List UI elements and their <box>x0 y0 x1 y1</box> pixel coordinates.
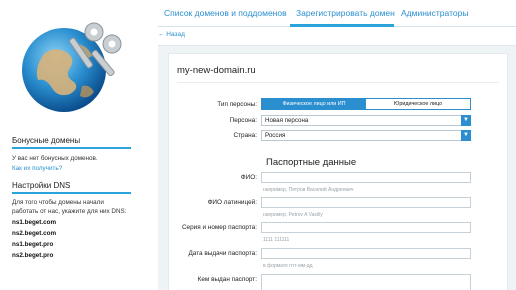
country-select[interactable]: Россия ▼ <box>261 130 471 141</box>
persona-select-value: Новая персона <box>265 117 309 124</box>
fio-latin-hint: например, Petrov A Vasiliy <box>263 212 323 218</box>
back-link[interactable]: ← Назад <box>158 31 185 38</box>
person-type-individual-option[interactable]: Физическое лицо или ИП <box>262 99 366 109</box>
person-type-company-option[interactable]: Юридическое лицо <box>366 99 470 109</box>
passport-number-label: Серия и номер паспорта: <box>181 224 257 231</box>
fio-latin-label: ФИО латиницей: <box>207 199 257 206</box>
registration-panel: my-new-domain.ru Тип персоны: Физическое… <box>158 45 516 290</box>
tab-domain-list[interactable]: Список доменов и поддоменов <box>164 8 287 18</box>
person-type-label: Тип персоны: <box>217 101 257 108</box>
how-to-get-link[interactable]: Как их получить? <box>12 165 62 172</box>
persona-label: Персона: <box>229 117 257 124</box>
fio-hint: например, Петров Василий Андреевич <box>263 187 354 193</box>
registration-form: my-new-domain.ru Тип персоны: Физическое… <box>168 53 508 290</box>
issue-date-label: Дата выдачи паспорта: <box>188 250 257 257</box>
issue-date-hint: в формате гггг-мм-дд <box>263 263 313 269</box>
country-select-value: Россия <box>265 132 286 139</box>
chevron-down-icon: ▼ <box>461 115 471 126</box>
dns-settings-title: Настройки DNS <box>12 181 71 190</box>
issued-by-textarea[interactable] <box>261 274 471 290</box>
dns-text-line-1: Для того чтобы домены начали <box>12 199 104 206</box>
issued-by-label: Кем выдан паспорт: <box>197 276 257 283</box>
bonus-domains-rule <box>12 147 131 149</box>
bonus-domains-empty-text: У вас нет бонусных доменов. <box>12 155 98 162</box>
globe-with-keys-logo <box>22 22 122 112</box>
dns-settings-rule <box>12 192 131 194</box>
person-type-toggle: Физическое лицо или ИП Юридическое лицо <box>261 98 471 110</box>
passport-number-hint: 1111 111111 <box>263 237 290 243</box>
domain-name-title: my-new-domain.ru <box>177 65 256 76</box>
bonus-domains-title: Бонусные домены <box>12 136 81 145</box>
ns-server-2: ns2.beget.com <box>12 230 57 237</box>
issue-date-input[interactable] <box>261 248 471 259</box>
ns-server-3: ns1.beget.pro <box>12 241 54 248</box>
passport-section-title: Паспортные данные <box>266 157 357 168</box>
dns-text-line-2: работать от нас, укажите для них DNS: <box>12 208 127 215</box>
tab-register-domain[interactable]: Зарегистрировать домен <box>296 8 395 18</box>
fio-latin-input[interactable] <box>261 197 471 208</box>
ns-server-1: ns1.beget.com <box>12 219 57 226</box>
chevron-down-icon: ▼ <box>461 130 471 141</box>
top-tabs: Список доменов и поддоменов Зарегистриро… <box>158 0 516 27</box>
sidebar: Бонусные домены У вас нет бонусных домен… <box>0 0 142 290</box>
fio-input[interactable] <box>261 172 471 183</box>
passport-number-input[interactable] <box>261 222 471 233</box>
persona-select[interactable]: Новая персона ▼ <box>261 115 471 126</box>
title-divider <box>177 82 499 83</box>
active-tab-indicator <box>290 24 394 27</box>
country-label: Страна: <box>233 132 257 139</box>
fio-label: ФИО: <box>240 174 257 181</box>
ns-server-4: ns2.beget.pro <box>12 252 54 259</box>
tab-administrators[interactable]: Администраторы <box>401 8 468 18</box>
